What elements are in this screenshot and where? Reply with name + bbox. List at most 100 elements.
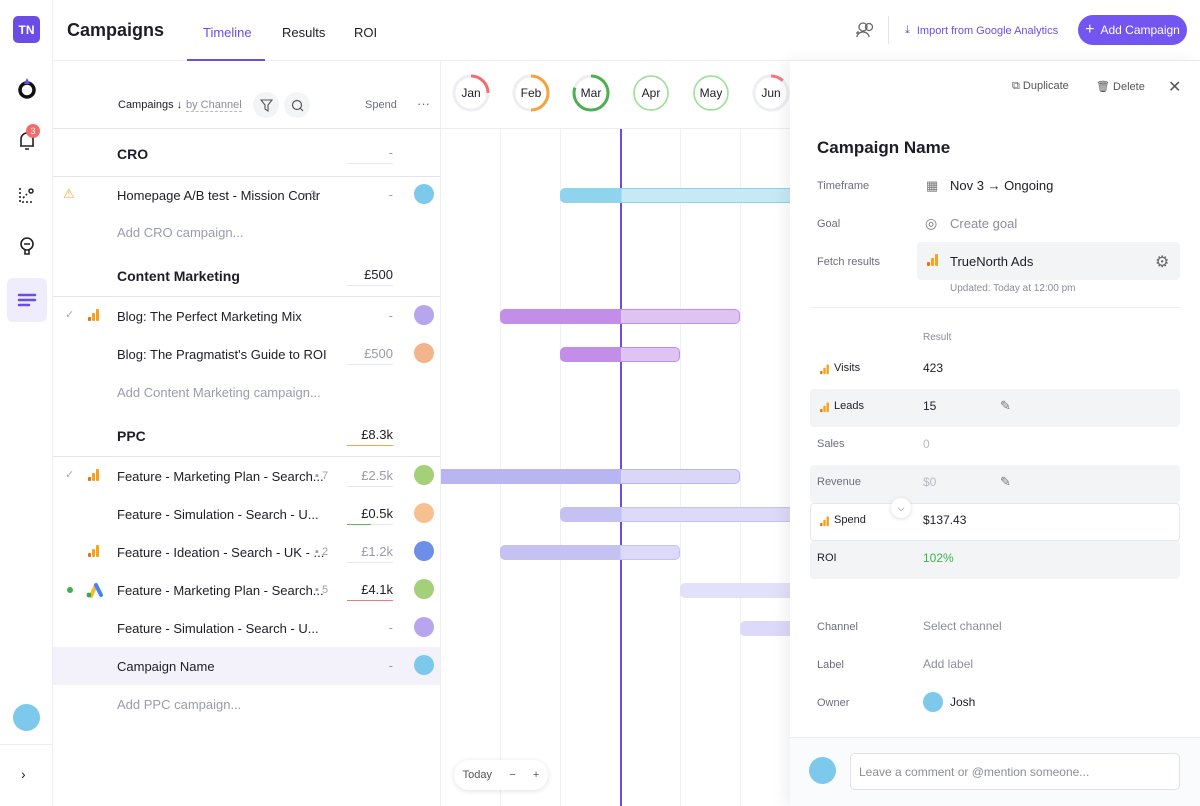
comment-count[interactable]: ▪ 3 [303, 189, 316, 201]
tab-roi[interactable]: ROI [354, 25, 377, 40]
sort-dropdown[interactable]: Campaings ↓ [118, 99, 182, 111]
result-value[interactable]: 102% [923, 551, 954, 565]
add-campaign-row[interactable]: Add PPC campaign... [53, 685, 440, 723]
result-value[interactable]: 15 [923, 399, 936, 413]
lightbulb-icon[interactable] [13, 233, 41, 261]
pencil-icon[interactable]: ✎ [1000, 474, 1011, 490]
channel-select[interactable]: Select channel [923, 619, 1002, 633]
group-by-dropdown[interactable]: by Channel [186, 99, 242, 112]
result-row-visits[interactable] [810, 351, 1180, 389]
spend-value[interactable]: £500 [347, 346, 393, 365]
duplicate-button[interactable]: ⧉ Duplicate [1012, 80, 1069, 93]
owner-avatar[interactable] [414, 305, 434, 325]
month-jan[interactable]: Jan [452, 74, 490, 112]
campaign-row[interactable]: Feature - Simulation - Search - U... - [53, 609, 440, 647]
month-apr[interactable]: Apr [632, 74, 670, 112]
timeframe-value[interactable]: Nov 3 → Ongoing [950, 178, 1053, 193]
owner-avatar[interactable] [414, 503, 434, 523]
campaign-row[interactable]: Feature - Ideation - Search - UK - ... £1… [53, 533, 440, 571]
filter-button[interactable] [253, 92, 279, 118]
group-header[interactable]: Content Marketing £500 [53, 256, 440, 294]
users-icon[interactable] [855, 21, 875, 42]
pencil-icon[interactable]: ✎ [1000, 398, 1011, 414]
create-goal-button[interactable]: Create goal [950, 216, 1017, 231]
spend-value[interactable]: £500 [347, 267, 393, 286]
search-button[interactable] [284, 92, 310, 118]
spend-value[interactable]: - [347, 658, 393, 677]
campaign-row[interactable]: Feature - Marketing Plan - Search... £4.1… [53, 571, 440, 609]
spend-value[interactable]: - [347, 308, 393, 327]
owner-value[interactable]: Josh [950, 695, 975, 709]
owner-avatar[interactable] [414, 579, 434, 599]
spend-value[interactable]: £4.1k [347, 582, 393, 601]
import-google-analytics-button[interactable]: ⤓ Import from Google Analytics [905, 24, 1058, 37]
collapse-expand-icon[interactable]: ⌵ [891, 498, 911, 518]
campaign-row[interactable]: Homepage A/B test - Mission Contr - ▪ 3 ⚠ [53, 176, 440, 214]
campaign-bar[interactable] [740, 621, 790, 636]
tab-results[interactable]: Results [282, 25, 325, 40]
owner-avatar[interactable] [414, 541, 434, 561]
result-value[interactable]: $137.43 [923, 513, 966, 527]
spend-value[interactable]: - [347, 187, 393, 206]
campaign-bar[interactable] [500, 309, 740, 324]
tab-timeline[interactable]: Timeline [203, 25, 252, 40]
add-campaign-button[interactable]: + Add Campaign [1078, 15, 1187, 45]
more-options-icon[interactable]: ··· [417, 96, 430, 111]
today-button[interactable]: Today [463, 769, 492, 781]
campaign-row[interactable]: Feature - Marketing Plan - Search... £2.5… [53, 457, 440, 495]
owner-avatar[interactable] [414, 465, 434, 485]
gear-icon[interactable]: ⚙ [1155, 252, 1169, 272]
campaign-bar[interactable] [560, 507, 790, 522]
spend-value[interactable]: £0.5k [347, 506, 393, 525]
chart-icon[interactable] [13, 181, 41, 209]
result-row-leads[interactable] [810, 389, 1180, 427]
comment-count[interactable]: ▪ 7 [315, 470, 328, 482]
comment-count[interactable]: ▪ 2 [315, 546, 328, 558]
owner-avatar[interactable] [414, 617, 434, 637]
delete-button[interactable]: 🗑 Delete [1096, 80, 1145, 93]
sidebar-item-campaigns[interactable] [7, 278, 47, 322]
campaign-row[interactable]: Blog: The Perfect Marketing Mix - ✓ [53, 297, 440, 335]
add-campaign-row[interactable]: Add CRO campaign... [53, 213, 440, 251]
group-header[interactable]: PPC £8.3k [53, 416, 440, 454]
campaign-bar[interactable] [560, 347, 680, 362]
comment-count[interactable]: ▪ 5 [315, 584, 328, 596]
user-avatar[interactable] [13, 704, 40, 731]
owner-avatar[interactable] [414, 343, 434, 363]
result-row-sales[interactable] [810, 427, 1180, 465]
workspace-logo[interactable]: TN [13, 16, 40, 43]
campaign-bar[interactable] [560, 188, 790, 203]
result-row-revenue[interactable] [810, 465, 1180, 503]
campaign-row[interactable]: Blog: The Pragmatist's Guide to ROI £500 [53, 335, 440, 373]
result-value[interactable]: $0 [923, 475, 936, 489]
spend-value[interactable]: £8.3k [347, 427, 393, 446]
spend-value[interactable]: £2.5k [347, 468, 393, 487]
campaign-row[interactable]: Feature - Simulation - Search - U... £0.5… [53, 495, 440, 533]
owner-avatar[interactable] [414, 184, 434, 204]
northstar-icon[interactable] [13, 74, 41, 102]
result-row-roi[interactable] [810, 541, 1180, 579]
zoom-in-button[interactable]: + [533, 769, 539, 781]
add-campaign-row[interactable]: Add Content Marketing campaign... [53, 373, 440, 411]
month-feb[interactable]: Feb [512, 74, 550, 112]
zoom-out-button[interactable]: − [509, 769, 515, 781]
spend-value[interactable]: £1.2k [347, 544, 393, 563]
campaign-name-title[interactable]: Campaign Name [817, 138, 950, 158]
result-value[interactable]: 423 [923, 361, 943, 375]
label-select[interactable]: Add label [923, 657, 973, 671]
expand-sidebar-icon[interactable]: › [21, 766, 26, 782]
result-value[interactable]: 0 [923, 437, 930, 451]
comment-input[interactable]: Leave a comment or @mention someone... [850, 753, 1180, 790]
campaign-row[interactable]: Campaign Name - [53, 647, 440, 685]
month-jun[interactable]: Jun [752, 74, 790, 112]
month-mar[interactable]: Mar [572, 74, 610, 112]
month-may[interactable]: May [692, 74, 730, 112]
campaign-bar[interactable] [680, 583, 790, 598]
campaign-bar[interactable] [500, 545, 680, 560]
spend-value[interactable]: - [347, 145, 393, 164]
spend-value[interactable]: - [347, 620, 393, 639]
campaign-bar[interactable] [441, 469, 740, 484]
group-header[interactable]: CRO - [53, 134, 440, 172]
close-icon[interactable]: ✕ [1168, 77, 1181, 97]
owner-avatar[interactable] [414, 655, 434, 675]
